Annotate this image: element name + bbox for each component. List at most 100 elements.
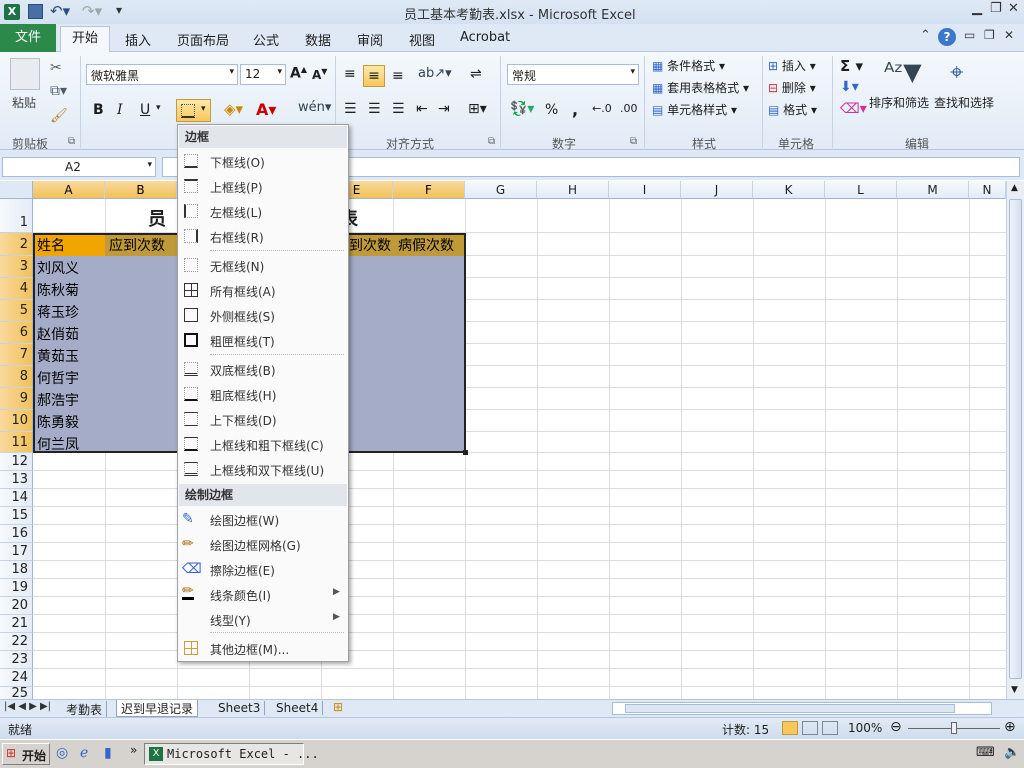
font-size-combobox[interactable]: 12 ▾ bbox=[240, 64, 286, 85]
format-cells-button[interactable]: ▤ 格式 ▾ bbox=[768, 101, 817, 118]
sort-filter-button[interactable]: 排序和筛选 bbox=[869, 94, 929, 111]
column-header-h[interactable]: H bbox=[537, 181, 609, 199]
name-cell[interactable]: 蒋玉珍 bbox=[34, 302, 79, 322]
column-header-f[interactable]: F bbox=[393, 181, 465, 199]
undo-icon[interactable]: ↶▾ bbox=[50, 2, 70, 20]
scroll-down-icon[interactable]: ▼ bbox=[1011, 685, 1018, 695]
tab-file[interactable]: 文件 bbox=[0, 24, 56, 52]
zoom-out-icon[interactable]: ⊖ bbox=[890, 719, 902, 735]
horizontal-scrollbar[interactable] bbox=[612, 702, 992, 715]
menu-item-bottom-border[interactable]: 下框线(O) bbox=[210, 154, 265, 171]
row-header-18[interactable]: 18 bbox=[0, 561, 33, 579]
fill-icon[interactable]: ⬇▾ bbox=[840, 79, 859, 95]
binoculars-icon[interactable]: ⌖ bbox=[950, 58, 964, 86]
column-header-k[interactable]: K bbox=[753, 181, 825, 199]
page-layout-view-icon[interactable] bbox=[802, 721, 818, 735]
fill-color-icon[interactable]: ◈▾ bbox=[224, 100, 243, 118]
column-header-n[interactable]: N bbox=[969, 181, 1006, 199]
wb-minimize-button[interactable]: ▭ bbox=[964, 28, 975, 42]
row-header-21[interactable]: 21 bbox=[0, 615, 33, 633]
format-painter-icon[interactable]: 🖌 bbox=[50, 108, 68, 124]
conditional-format-button[interactable]: ▦ 条件格式 ▾ bbox=[652, 57, 725, 74]
row-header-7[interactable]: 7 bbox=[0, 344, 33, 366]
grow-font-icon[interactable]: A▲ bbox=[290, 65, 307, 82]
cut-icon[interactable]: ✂ bbox=[50, 60, 62, 76]
taskbar-excel-button[interactable]: X Microsoft Excel - ... bbox=[144, 743, 319, 765]
header-cell-name[interactable]: 姓名 bbox=[34, 235, 65, 255]
fill-handle[interactable] bbox=[463, 450, 468, 455]
insert-sheet-icon[interactable]: ⊞ bbox=[333, 700, 343, 714]
menu-item-thick-box-border[interactable]: 粗匣框线(T) bbox=[210, 333, 275, 350]
quicklaunch-more-icon[interactable]: » bbox=[130, 743, 137, 757]
copy-icon[interactable]: ⧉▾ bbox=[50, 83, 67, 99]
italic-button[interactable]: I bbox=[117, 102, 123, 118]
quicklaunch-media-icon[interactable]: ▮ bbox=[104, 745, 112, 761]
menu-item-right-border[interactable]: 右框线(R) bbox=[210, 229, 264, 246]
menu-item-line-color[interactable]: 线条颜色(I) bbox=[210, 587, 271, 604]
font-name-combobox[interactable]: 微软雅黑 ▾ bbox=[86, 64, 238, 85]
row-header-15[interactable]: 15 bbox=[0, 507, 33, 525]
increase-indent-icon[interactable]: ⇥ bbox=[438, 101, 450, 117]
tray-volume-icon[interactable]: 🔈 bbox=[1004, 745, 1020, 760]
menu-item-more-borders[interactable]: 其他边框(M)... bbox=[210, 641, 289, 658]
bold-button[interactable]: B bbox=[93, 102, 104, 118]
sheet-tab-late-early[interactable]: 迟到早退记录 bbox=[116, 700, 199, 717]
column-header-a[interactable]: A bbox=[33, 181, 105, 199]
menu-item-top-double-bottom[interactable]: 上框线和双下框线(U) bbox=[210, 462, 324, 479]
decrease-indent-icon[interactable]: ⇤ bbox=[416, 101, 428, 117]
row-header-23[interactable]: 23 bbox=[0, 651, 33, 669]
align-bottom-icon[interactable]: ≡ bbox=[392, 68, 404, 84]
wrap-text-icon[interactable]: ⇌ bbox=[470, 66, 482, 82]
tray-keyboard-icon[interactable]: ⌨ bbox=[976, 745, 995, 760]
row-header-8[interactable]: 8 bbox=[0, 366, 33, 388]
align-launcher-icon[interactable]: ⧉ bbox=[488, 136, 495, 147]
row-header-12[interactable]: 12 bbox=[0, 453, 33, 471]
header-cell-due[interactable]: 应到次数 bbox=[106, 235, 165, 255]
zoom-in-icon[interactable]: ⊕ bbox=[1004, 719, 1016, 735]
paste-icon[interactable] bbox=[10, 58, 40, 90]
phonetic-icon[interactable]: wén▾ bbox=[298, 100, 331, 115]
sheet-tab-3[interactable]: Sheet3 bbox=[214, 701, 266, 715]
menu-item-top-bottom[interactable]: 上下框线(D) bbox=[210, 412, 277, 429]
close-button[interactable]: ✕ bbox=[1008, 1, 1019, 16]
font-color-icon[interactable]: A▾ bbox=[256, 100, 276, 119]
delete-cells-button[interactable]: ⊟ 删除 ▾ bbox=[768, 79, 816, 96]
increase-decimal-icon[interactable]: ←.0 bbox=[592, 102, 612, 115]
menu-item-double-bottom[interactable]: 双底框线(B) bbox=[210, 362, 276, 379]
menu-item-no-border[interactable]: 无框线(N) bbox=[210, 258, 264, 275]
tab-view[interactable]: 视图 bbox=[409, 30, 435, 49]
tab-acrobat[interactable]: Acrobat bbox=[460, 30, 510, 45]
page-break-view-icon[interactable] bbox=[822, 721, 838, 735]
row-header-17[interactable]: 17 bbox=[0, 543, 33, 561]
vertical-scroll-thumb[interactable] bbox=[1009, 199, 1022, 679]
sort-filter-icon[interactable]: ᴬᶻ▼ bbox=[884, 58, 922, 86]
start-button[interactable]: ⊞ 开始 bbox=[2, 743, 50, 765]
tab-review[interactable]: 审阅 bbox=[357, 30, 383, 49]
row-header-13[interactable]: 13 bbox=[0, 471, 33, 489]
header-cell-attended[interactable]: 到次数 bbox=[346, 235, 391, 255]
row-header-4[interactable]: 4 bbox=[0, 278, 33, 300]
menu-item-top-border[interactable]: 上框线(P) bbox=[210, 179, 263, 196]
excel-logo-icon[interactable]: X bbox=[4, 4, 20, 20]
qat-customize-icon[interactable]: ▾ bbox=[116, 3, 122, 17]
row-header-5[interactable]: 5 bbox=[0, 300, 33, 322]
wb-restore-button[interactable]: ❐ bbox=[984, 28, 995, 42]
tab-scroll-icons[interactable]: |◀ ◀ ▶ ▶| bbox=[4, 701, 51, 712]
clipboard-launcher-icon[interactable]: ⧉ bbox=[68, 136, 75, 147]
name-cell[interactable]: 刘风义 bbox=[34, 258, 79, 278]
underline-button[interactable]: U bbox=[140, 102, 150, 118]
menu-item-line-style[interactable]: 线型(Y) bbox=[210, 612, 251, 629]
row-header-19[interactable]: 19 bbox=[0, 579, 33, 597]
zoom-level[interactable]: 100% bbox=[848, 721, 882, 735]
menu-item-draw-border-grid[interactable]: 绘图边框网格(G) bbox=[210, 537, 301, 554]
name-cell[interactable]: 何兰凤 bbox=[34, 434, 79, 454]
name-box[interactable]: A2 ▾ bbox=[2, 157, 156, 177]
menu-item-left-border[interactable]: 左框线(L) bbox=[210, 204, 262, 221]
minimize-button[interactable]: ▁ bbox=[972, 1, 982, 16]
sheet-tab-attendance[interactable]: 考勤表 bbox=[62, 701, 108, 718]
row-header-20[interactable]: 20 bbox=[0, 597, 33, 615]
menu-item-draw-border[interactable]: 绘图边框(W) bbox=[210, 512, 279, 529]
menu-item-top-thick-bottom[interactable]: 上框线和粗下框线(C) bbox=[210, 437, 324, 454]
row-header-14[interactable]: 14 bbox=[0, 489, 33, 507]
table-style-button[interactable]: ▦ 套用表格格式 ▾ bbox=[652, 79, 749, 96]
